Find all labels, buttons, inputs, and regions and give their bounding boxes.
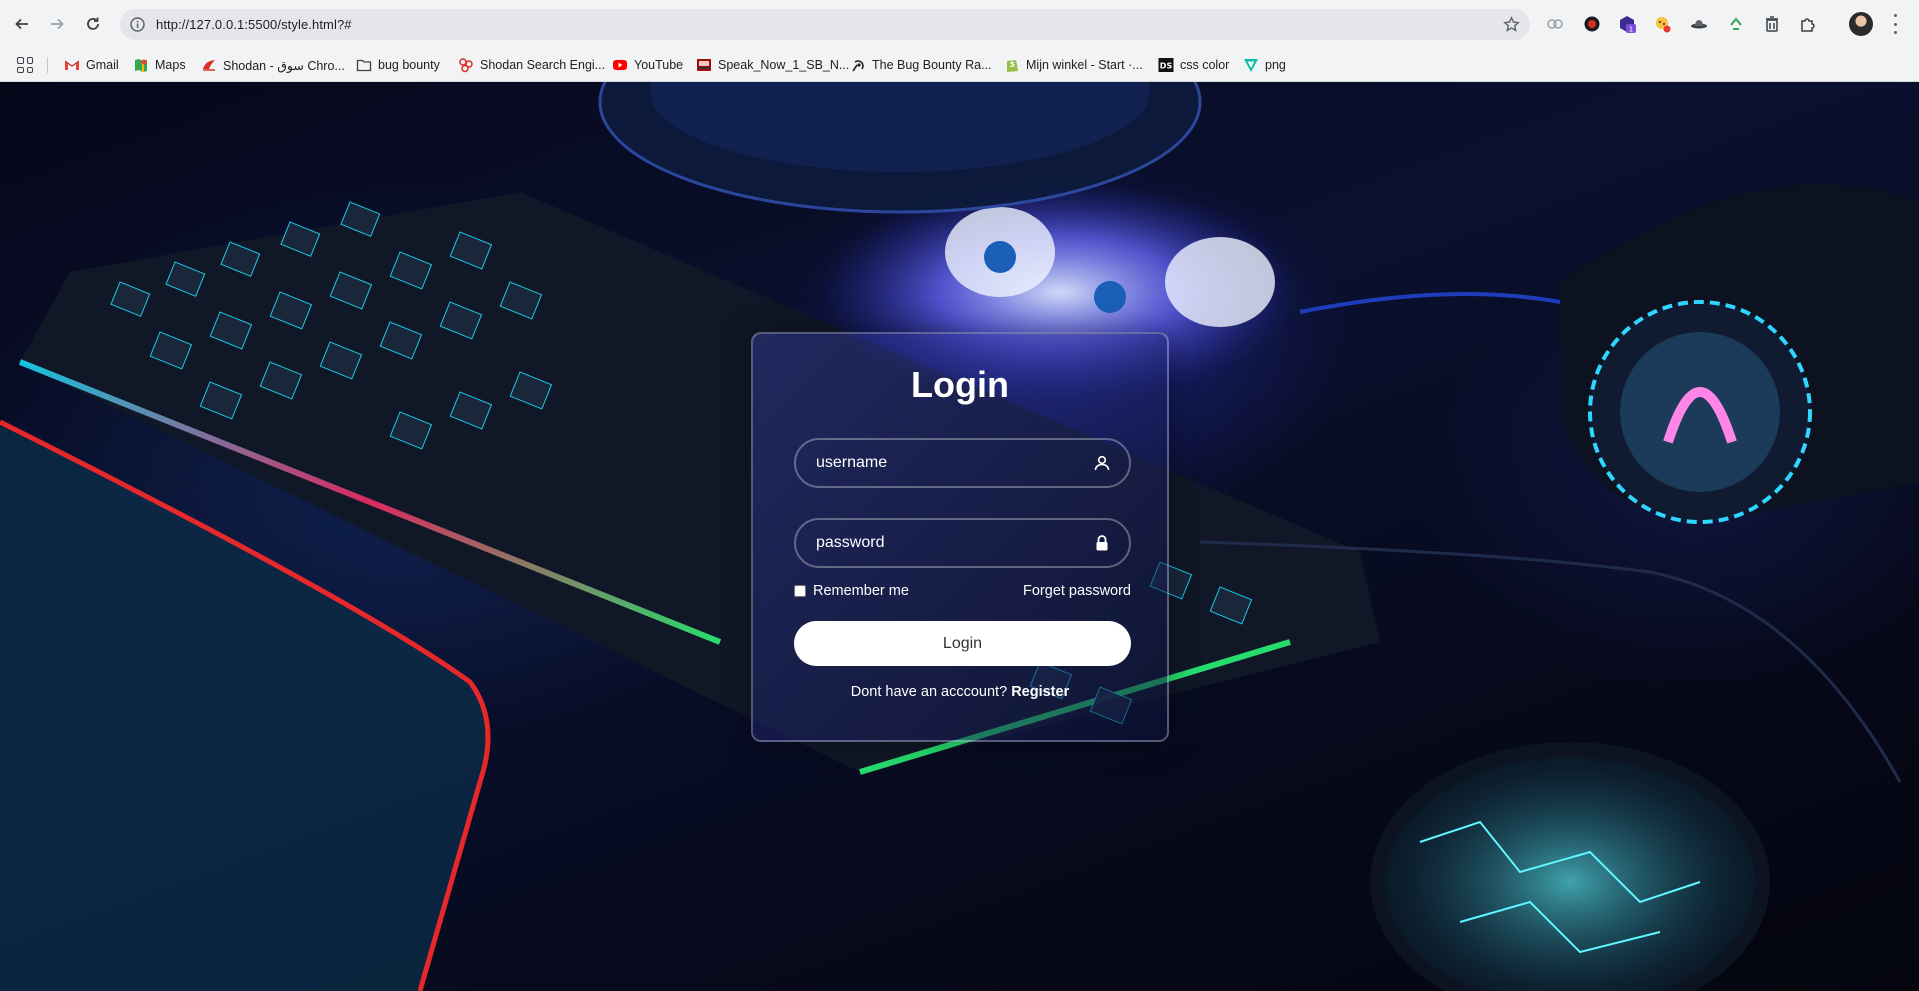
forgot-password-link[interactable]: Forget password [1023,583,1131,599]
extension-hat-icon[interactable] [1689,14,1709,34]
extension-red-circle-icon[interactable] [1582,14,1602,34]
bookmark-folder-bug-bounty[interactable]: bug bounty [356,55,440,75]
register-row: Dont have an acccount? Register [753,684,1167,700]
bookmark-label: bug bounty [378,58,440,72]
bookmark-shodan-search[interactable]: Shodan Search Engi... [458,55,605,75]
url-text: http://127.0.0.1:5500/style.html?# [156,17,352,32]
bookmark-label: The Bug Bounty Ra... [872,58,992,72]
bookmark-maps[interactable]: Maps [133,55,186,75]
bookmark-youtube[interactable]: YouTube [612,55,683,75]
login-options-row: Remember me Forget password [794,582,1131,602]
forward-button[interactable] [45,12,69,36]
bookmark-speak-now[interactable]: Speak_Now_1_SB_N... [696,55,849,75]
arrow-right-icon [51,18,64,30]
extension-purple-icon[interactable]: 1 [1617,14,1637,34]
login-page-background: Login username password Remember me Forg… [0,82,1919,991]
browser-menu-icon[interactable] [1892,14,1898,34]
bookmark-shopify[interactable]: Mijn winkel - Start ·... [1004,55,1143,75]
gmail-icon [64,57,80,73]
shodan-search-icon [458,57,474,73]
remember-me-label[interactable]: Remember me [813,583,909,599]
bookmark-shodan[interactable]: Shodan - سوق Chro... [201,55,345,75]
address-bar[interactable]: http://127.0.0.1:5500/style.html?# [120,9,1530,40]
ds-icon: DS [1158,57,1174,73]
youtube-icon [612,57,628,73]
reload-icon [87,17,99,30]
username-placeholder: username [816,454,888,471]
extension-cookie-icon[interactable] [1653,14,1673,34]
bookmark-label: Shodan - سوق Chro... [223,58,345,73]
bookmark-label: css color [1180,58,1230,72]
browser-toolbar: http://127.0.0.1:5500/style.html?# 1 [0,0,1919,48]
lock-icon [1093,534,1111,552]
login-card: Login username password Remember me Forg… [751,332,1169,742]
bookmark-css-color[interactable]: DS css color [1158,55,1229,75]
extension-wappalyzer-icon[interactable] [1545,14,1565,34]
register-prompt: Dont have an acccount? [850,684,1008,700]
extension-badge: 1 [1629,26,1633,34]
bookmark-star-icon[interactable] [1503,16,1520,33]
profile-avatar[interactable] [1849,12,1873,36]
username-field[interactable]: username [794,438,1131,488]
login-button[interactable]: Login [794,621,1131,666]
reload-button[interactable] [81,12,105,36]
speak-now-icon [696,57,712,73]
bookmark-label: Shodan Search Engi... [480,58,606,72]
bookmark-label: Mijn winkel - Start ·... [1026,58,1143,72]
shodan-icon [201,57,217,73]
bookmark-png[interactable]: png [1243,55,1286,75]
shopify-icon [1004,57,1020,73]
bookmark-label: png [1265,58,1286,72]
apps-grid-icon[interactable] [17,57,33,73]
extension-green-arrows-icon[interactable] [1726,14,1746,34]
maps-icon [133,57,149,73]
folder-icon [356,57,372,73]
arrow-left-icon [15,18,28,30]
bookmark-label: YouTube [634,58,684,72]
password-placeholder: password [816,534,885,551]
svg-text:DS: DS [1160,62,1173,71]
bug-bounty-icon [850,57,866,73]
register-link[interactable]: Register [1011,684,1069,700]
bookmark-gmail[interactable]: Gmail [64,55,119,75]
png-icon [1243,57,1259,73]
user-icon [1093,454,1111,472]
bookmarks-bar: Gmail Maps Shodan - سوق Chro... bug boun… [0,48,1919,82]
bookmarks-divider [47,57,48,73]
remember-me-checkbox[interactable] [794,585,806,597]
back-button[interactable] [10,12,34,36]
bookmark-label: Gmail [86,58,119,72]
bookmark-bug-bounty-radio[interactable]: The Bug Bounty Ra... [850,55,992,75]
bookmark-label: Speak_Now_1_SB_N... [718,58,850,72]
login-title: Login [911,364,1009,405]
site-info-icon[interactable] [129,16,146,33]
extension-trash-icon[interactable] [1762,14,1782,34]
bookmark-label: Maps [155,58,186,72]
extensions-puzzle-icon[interactable] [1798,14,1818,34]
password-field[interactable]: password [794,518,1131,568]
